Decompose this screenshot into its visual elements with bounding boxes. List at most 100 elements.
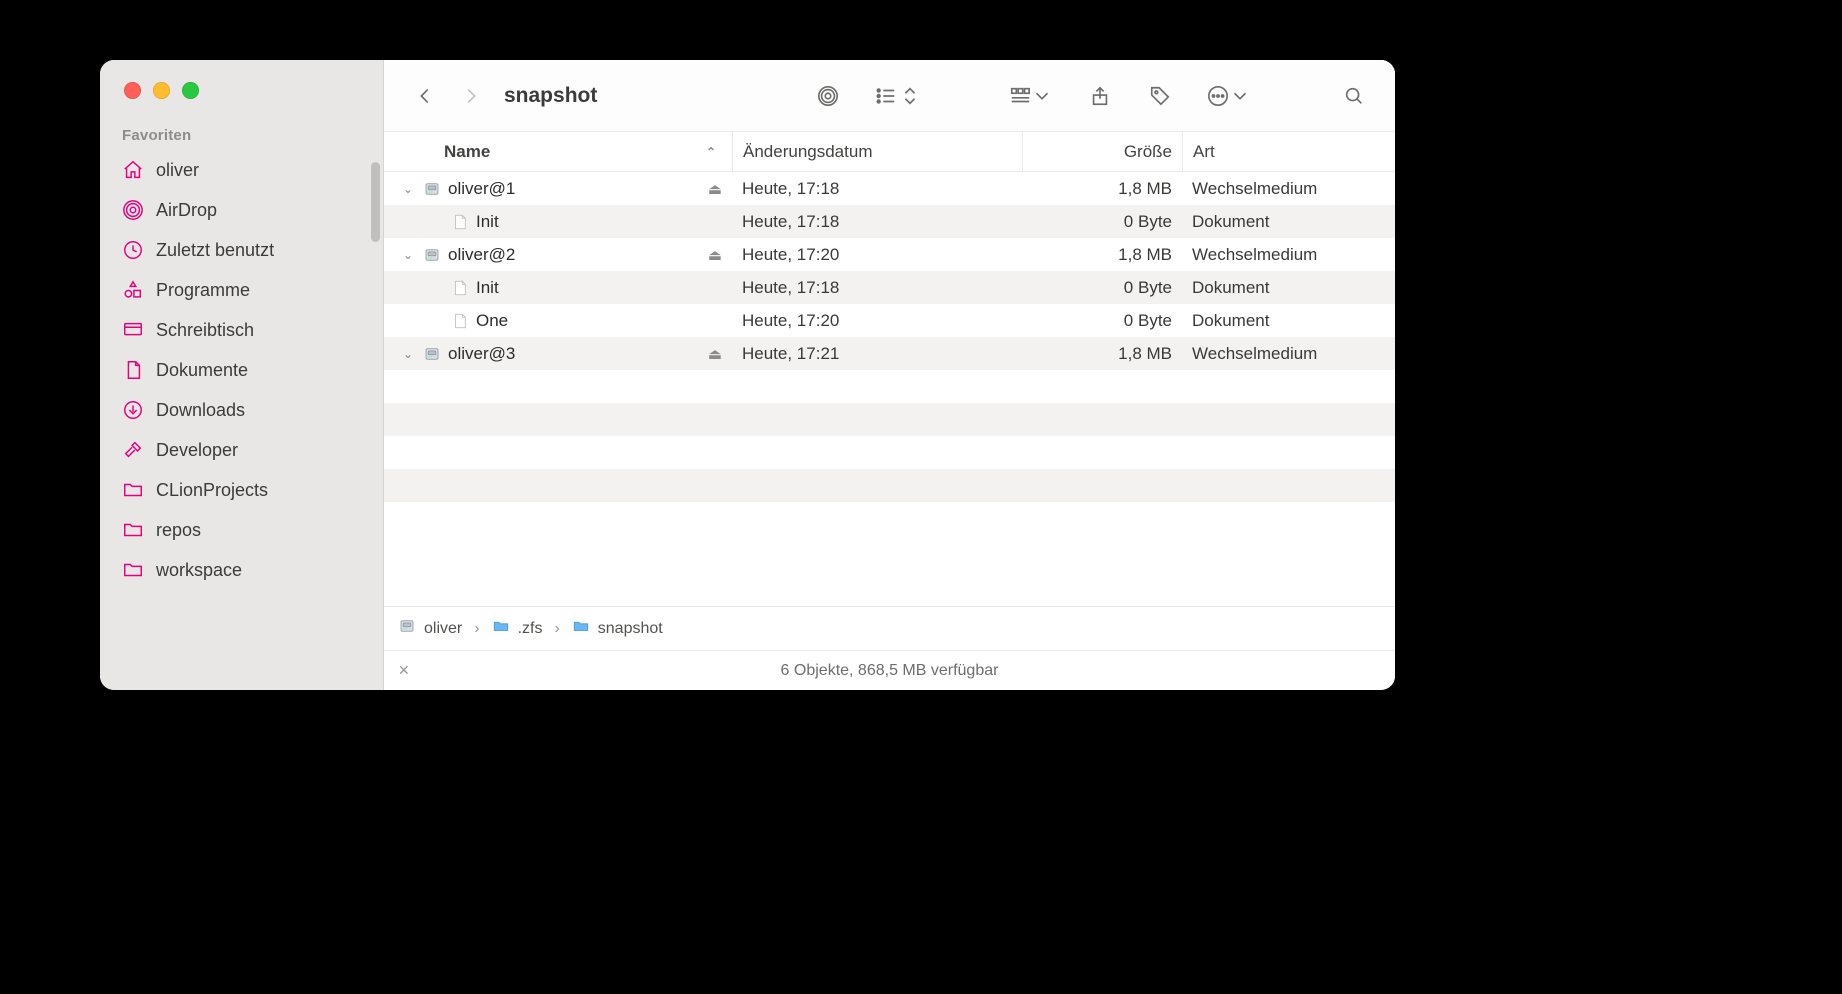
home-icon [122, 159, 144, 181]
window-title: snapshot [504, 84, 597, 108]
sidebar-item-label: Dokumente [156, 360, 248, 381]
sidebar-item-programme[interactable]: Programme [100, 270, 383, 310]
sidebar-item-zuletzt-benutzt[interactable]: Zuletzt benutzt [100, 230, 383, 270]
disk-icon [422, 245, 442, 265]
actions-button[interactable] [1201, 77, 1257, 115]
sidebar-item-oliver[interactable]: oliver [100, 150, 383, 190]
airdrop-icon [817, 85, 839, 107]
file-row[interactable]: Init Heute, 17:180 ByteDokument [384, 205, 1395, 238]
disclosure-triangle-icon[interactable]: ⌄ [400, 182, 416, 196]
sidebar-heading-favorites: Favoriten [100, 127, 383, 144]
eject-icon[interactable]: ⏏ [708, 345, 722, 363]
close-window-button[interactable] [124, 82, 141, 99]
folder-icon [122, 519, 144, 541]
file-name: Init [476, 212, 499, 232]
file-kind: Wechselmedium [1182, 179, 1395, 199]
share-button[interactable] [1081, 77, 1119, 115]
file-name: Init [476, 278, 499, 298]
path-segment[interactable]: oliver [398, 617, 462, 640]
empty-row [384, 370, 1395, 403]
sidebar-item-label: Schreibtisch [156, 320, 254, 341]
airdrop-button[interactable] [809, 77, 847, 115]
folder-icon [572, 617, 590, 640]
file-date: Heute, 17:18 [732, 278, 1022, 298]
zoom-window-button[interactable] [182, 82, 199, 99]
hammer-icon [122, 439, 144, 461]
file-row[interactable]: OneHeute, 17:200 ByteDokument [384, 304, 1395, 337]
file-row[interactable]: ⌄oliver@3⏏Heute, 17:211,8 MBWechselmediu… [384, 337, 1395, 370]
eject-icon[interactable]: ⏏ [708, 180, 722, 198]
file-size: 0 Byte [1022, 311, 1182, 331]
file-size: 1,8 MB [1022, 344, 1182, 364]
empty-row [384, 502, 1395, 535]
search-button[interactable] [1335, 77, 1373, 115]
chevron-down-icon [1031, 85, 1053, 107]
group-by-button[interactable] [1003, 77, 1059, 115]
path-segment[interactable]: snapshot [572, 617, 663, 640]
sidebar-item-airdrop[interactable]: AirDrop [100, 190, 383, 230]
path-separator-icon: › [554, 620, 559, 638]
download-icon [122, 399, 144, 421]
status-close-icon[interactable]: ✕ [398, 662, 410, 679]
sidebar-item-label: workspace [156, 560, 242, 581]
sidebar-item-clionprojects[interactable]: CLionProjects [100, 470, 383, 510]
sidebar-item-label: Downloads [156, 400, 245, 421]
doc-icon [122, 359, 144, 381]
view-mode-button[interactable] [869, 77, 925, 115]
file-row[interactable]: InitHeute, 17:180 ByteDokument [384, 271, 1395, 304]
sidebar-item-label: oliver [156, 160, 199, 181]
path-bar: oliver › .zfs › snapshot [384, 606, 1395, 650]
toolbar: snapshot [384, 60, 1395, 132]
back-button[interactable] [406, 77, 444, 115]
file-row[interactable]: ⌄oliver@1⏏Heute, 17:181,8 MBWechselmediu… [384, 172, 1395, 205]
grid-icon [1009, 85, 1031, 107]
sidebar-item-dokumente[interactable]: Dokumente [100, 350, 383, 390]
disclosure-triangle-icon[interactable]: ⌄ [400, 347, 416, 361]
folder-icon [122, 559, 144, 581]
file-icon [450, 311, 470, 331]
empty-row [384, 403, 1395, 436]
ellipsis-circle-icon [1207, 85, 1229, 107]
file-date: Heute, 17:20 [732, 311, 1022, 331]
up-down-icon [899, 85, 921, 107]
file-kind: Wechselmedium [1182, 245, 1395, 265]
empty-row [384, 436, 1395, 469]
main-panel: snapshot [384, 60, 1395, 690]
sidebar-item-repos[interactable]: repos [100, 510, 383, 550]
sidebar-item-developer[interactable]: Developer [100, 430, 383, 470]
chevron-left-icon [414, 85, 436, 107]
column-header-name-label: Name [444, 142, 490, 162]
empty-row [384, 469, 1395, 502]
file-size: 0 Byte [1022, 212, 1182, 232]
disclosure-triangle-icon[interactable]: ⌄ [400, 248, 416, 262]
finder-window: Favoriten oliver AirDrop Zuletzt benutzt Pr… [100, 60, 1395, 690]
folder-icon [122, 479, 144, 501]
file-name: oliver@3 [448, 344, 515, 364]
sidebar-scrollbar-thumb[interactable] [371, 162, 380, 242]
file-date: Heute, 17:18 [732, 212, 1022, 232]
file-kind: Dokument [1182, 212, 1395, 232]
column-header-size[interactable]: Größe [1022, 132, 1182, 171]
column-header-name[interactable]: Name ⌃ [384, 132, 732, 171]
column-headers: Name ⌃ Änderungsdatum Größe Art [384, 132, 1395, 172]
sidebar-item-workspace[interactable]: workspace [100, 550, 383, 590]
forward-button[interactable] [452, 77, 490, 115]
file-name: oliver@1 [448, 179, 515, 199]
file-row[interactable]: ⌄oliver@2⏏Heute, 17:201,8 MBWechselmediu… [384, 238, 1395, 271]
chevron-down-icon [1229, 85, 1251, 107]
path-segment-label: snapshot [598, 620, 663, 638]
column-header-date[interactable]: Änderungsdatum [732, 132, 1022, 171]
path-separator-icon: › [474, 620, 479, 638]
sidebar-item-downloads[interactable]: Downloads [100, 390, 383, 430]
minimize-window-button[interactable] [153, 82, 170, 99]
path-segment-label: .zfs [518, 620, 543, 638]
sidebar-item-label: Zuletzt benutzt [156, 240, 274, 261]
column-header-kind[interactable]: Art [1182, 132, 1395, 171]
tags-button[interactable] [1141, 77, 1179, 115]
path-segment-label: oliver [424, 620, 462, 638]
sidebar-item-schreibtisch[interactable]: Schreibtisch [100, 310, 383, 350]
sidebar-item-label: CLionProjects [156, 480, 268, 501]
airdrop-icon [122, 199, 144, 221]
eject-icon[interactable]: ⏏ [708, 246, 722, 264]
path-segment[interactable]: .zfs [492, 617, 543, 640]
